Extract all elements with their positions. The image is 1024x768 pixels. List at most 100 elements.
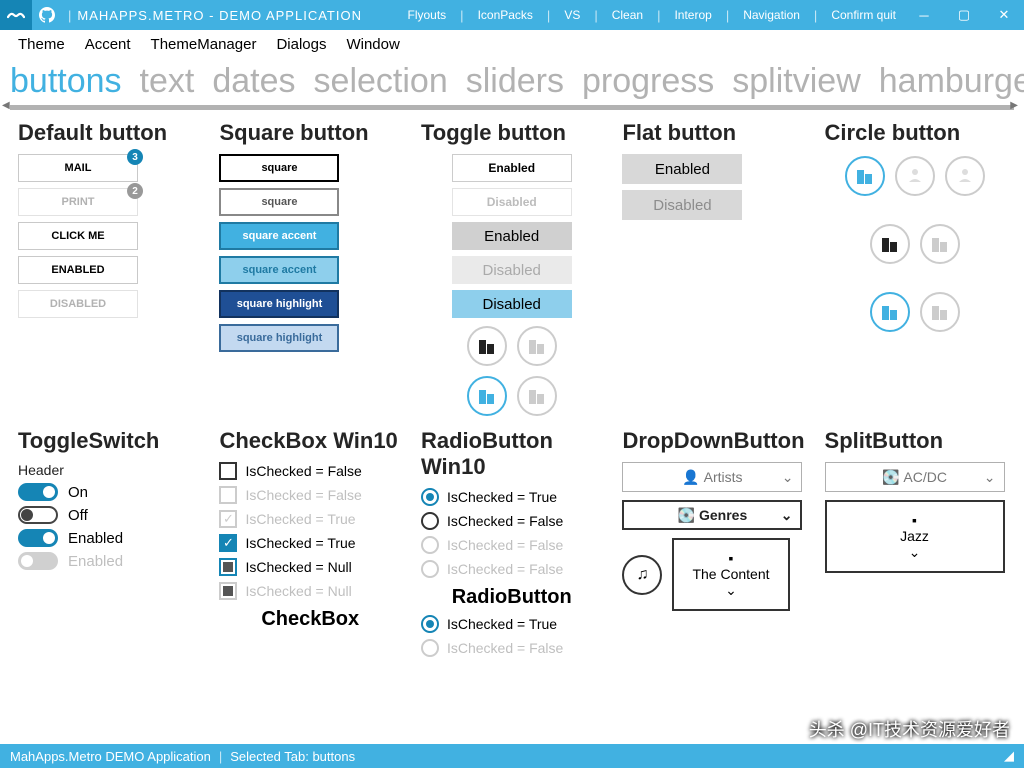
- mail-button[interactable]: MAIL3: [18, 154, 138, 182]
- cmd-iconpacks[interactable]: IconPacks: [470, 0, 541, 30]
- circle-btn-1[interactable]: [845, 156, 885, 196]
- tab-splitview[interactable]: splitview: [732, 62, 860, 101]
- section-checkbox-win10: CheckBox Win10 IsChecked = False IsCheck…: [219, 428, 400, 663]
- cmd-navigation[interactable]: Navigation: [735, 0, 808, 30]
- book-icon: ▪: [912, 512, 917, 528]
- github-icon[interactable]: [32, 0, 62, 30]
- tab-scroll-right-icon[interactable]: ▶: [1010, 100, 1018, 111]
- switch-disabled: [18, 552, 58, 570]
- square-highlight-button-1[interactable]: square highlight: [219, 290, 339, 318]
- circle-toggle-3[interactable]: [467, 376, 507, 416]
- cmd-clean[interactable]: Clean: [604, 0, 651, 30]
- square-accent-button-2[interactable]: square accent: [219, 256, 339, 284]
- section-toggle-button: Toggle button Enabled Disabled Enabled D…: [421, 120, 602, 418]
- menu-accent[interactable]: Accent: [75, 32, 141, 57]
- enabled-button[interactable]: ENABLED: [18, 256, 138, 284]
- content-dropdown[interactable]: ▪The Content⌄: [672, 538, 789, 611]
- status-grip-icon: ◢: [1004, 748, 1014, 764]
- chevron-down-icon: ⌄: [725, 582, 737, 598]
- tab-text[interactable]: text: [140, 62, 195, 101]
- tab-hamburger[interactable]: hamburger: [879, 62, 1024, 101]
- square-button-2[interactable]: square: [219, 188, 339, 216]
- circle-toggle-4: [517, 376, 557, 416]
- splitbutton-jazz[interactable]: ▪Jazz⌄: [825, 500, 1005, 573]
- radio-1[interactable]: [421, 488, 439, 506]
- checkbox-4[interactable]: ✓: [219, 534, 237, 552]
- toggle-enabled-2[interactable]: Enabled: [452, 222, 572, 250]
- section-title: CheckBox Win10: [219, 428, 400, 454]
- tab-scroll-left-icon[interactable]: ◀: [2, 100, 10, 111]
- circle-toggle-1[interactable]: [467, 326, 507, 366]
- titlebar: | MAHAPPS.METRO - DEMO APPLICATION Flyou…: [0, 0, 1024, 30]
- status-app: MahApps.Metro DEMO Application: [10, 749, 211, 764]
- menu-thememanager[interactable]: ThemeManager: [141, 32, 267, 57]
- section-title: Toggle button: [421, 120, 602, 146]
- content-area: Default button MAIL3 PRINT2 CLICK ME ENA…: [0, 110, 1024, 673]
- cmd-vs[interactable]: VS: [556, 0, 588, 30]
- checkbox-subtitle: CheckBox: [219, 608, 400, 631]
- tab-sliders[interactable]: sliders: [466, 62, 564, 101]
- circle-btn-2: [895, 156, 935, 196]
- switch-on[interactable]: [18, 483, 58, 501]
- music-icon-button[interactable]: ♫: [622, 555, 662, 595]
- tab-selection[interactable]: selection: [314, 62, 448, 101]
- checkbox-2: [219, 486, 237, 504]
- flat-enabled-button[interactable]: Enabled: [622, 154, 742, 184]
- checkbox-5[interactable]: [219, 558, 237, 576]
- toggle-disabled-2: Disabled: [452, 256, 572, 284]
- switch-off[interactable]: [18, 506, 58, 524]
- section-dropdown: DropDownButton 👤 Artists⌄ 💽 Genres⌄ ♫ ▪T…: [622, 428, 804, 663]
- maximize-button[interactable]: ▢: [944, 0, 984, 30]
- toggle-disabled-1: Disabled: [452, 188, 572, 216]
- menu-window[interactable]: Window: [336, 32, 409, 57]
- circle-toggle-2: [517, 326, 557, 366]
- section-title: SplitButton: [825, 428, 1006, 454]
- radio-5[interactable]: [421, 615, 439, 633]
- minimize-button[interactable]: ─: [904, 0, 944, 30]
- chevron-down-icon: ⌄: [782, 469, 794, 486]
- tab-progress[interactable]: progress: [582, 62, 714, 101]
- section-title: Default button: [18, 120, 199, 146]
- checkbox-1[interactable]: [219, 462, 237, 480]
- section-toggleswitch: ToggleSwitch Header On Off Enabled Enabl…: [18, 428, 199, 663]
- chevron-down-icon: ⌄: [984, 469, 996, 486]
- cmd-flyouts[interactable]: Flyouts: [399, 0, 454, 30]
- clickme-button[interactable]: CLICK ME: [18, 222, 138, 250]
- radiobutton-subtitle: RadioButton: [421, 586, 602, 609]
- menu-dialogs[interactable]: Dialogs: [266, 32, 336, 57]
- toggle-disabled-3: Disabled: [452, 290, 572, 318]
- toggleswitch-header: Header: [18, 462, 199, 478]
- dropdown-genres[interactable]: 💽 Genres⌄: [622, 500, 802, 530]
- section-title: RadioButton Win10: [421, 428, 602, 480]
- tab-buttons[interactable]: buttons: [10, 62, 122, 101]
- badge-3: 3: [127, 149, 143, 165]
- cmd-confirm-quit[interactable]: Confirm quit: [823, 0, 904, 30]
- radio-2[interactable]: [421, 512, 439, 530]
- square-highlight-button-2[interactable]: square highlight: [219, 324, 339, 352]
- book-icon: ▪: [729, 550, 734, 566]
- app-title: MAHAPPS.METRO - DEMO APPLICATION: [77, 8, 362, 23]
- tab-strip: ◀ buttons text dates selection sliders p…: [0, 58, 1024, 101]
- watermark: 头杀 @IT技术资源爱好者: [809, 716, 1010, 742]
- menu-theme[interactable]: Theme: [8, 32, 75, 57]
- dropdown-artists[interactable]: 👤 Artists⌄: [622, 462, 802, 492]
- section-title: Square button: [219, 120, 400, 146]
- section-default-button: Default button MAIL3 PRINT2 CLICK ME ENA…: [18, 120, 199, 418]
- splitbutton-acdc[interactable]: 💽 AC/DC⌄: [825, 462, 1005, 492]
- toggle-enabled-1[interactable]: Enabled: [452, 154, 572, 182]
- close-button[interactable]: ✕: [984, 0, 1024, 30]
- status-bar: MahApps.Metro DEMO Application | Selecte…: [0, 744, 1024, 768]
- circle-btn-6[interactable]: [870, 292, 910, 332]
- status-tab-value: buttons: [312, 749, 355, 764]
- cmd-interop[interactable]: Interop: [666, 0, 719, 30]
- circle-btn-4[interactable]: [870, 224, 910, 264]
- print-button: PRINT2: [18, 188, 138, 216]
- circle-btn-7: [920, 292, 960, 332]
- tab-dates[interactable]: dates: [212, 62, 295, 101]
- section-title: ToggleSwitch: [18, 428, 199, 454]
- section-square-button: Square button square square square accen…: [219, 120, 400, 418]
- square-accent-button-1[interactable]: square accent: [219, 222, 339, 250]
- square-button-1[interactable]: square: [219, 154, 339, 182]
- switch-enabled[interactable]: [18, 529, 58, 547]
- circle-btn-3: [945, 156, 985, 196]
